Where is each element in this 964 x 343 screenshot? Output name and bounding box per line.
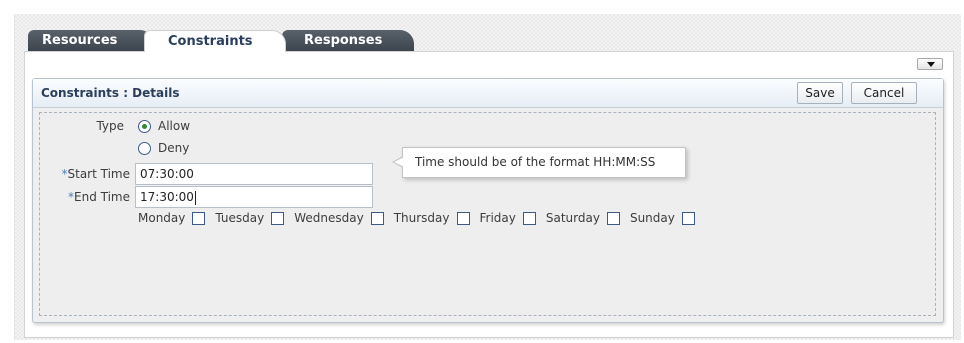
tab-responses[interactable]: Responses xyxy=(282,30,414,52)
details-header: Constraints : Details Save Cancel xyxy=(33,79,943,108)
tab-resources[interactable]: Resources xyxy=(28,30,154,52)
allow-radio-label: Allow xyxy=(158,119,191,133)
day-label: Friday xyxy=(479,211,516,225)
saturday-checkbox[interactable] xyxy=(606,211,620,225)
save-button[interactable]: Save xyxy=(797,82,843,104)
start-time-label-text: Start Time xyxy=(67,167,131,181)
monday-checkbox[interactable] xyxy=(192,211,206,225)
end-time-input[interactable]: 17:30:00 xyxy=(135,186,373,208)
day-label: Saturday xyxy=(545,211,600,225)
thursday-checkbox[interactable] xyxy=(456,211,470,225)
start-time-input[interactable]: 07:30:00 xyxy=(135,163,373,185)
friday-checkbox[interactable] xyxy=(522,211,536,225)
wednesday-checkbox[interactable] xyxy=(370,211,384,225)
day-monday: Monday xyxy=(138,211,209,225)
sunday-checkbox[interactable] xyxy=(681,211,695,225)
day-sunday: Sunday xyxy=(630,211,699,225)
text-caret xyxy=(194,190,196,205)
details-title: Constraints : Details xyxy=(41,86,180,100)
day-label: Tuesday xyxy=(215,211,265,225)
tuesday-checkbox[interactable] xyxy=(271,211,285,225)
end-time-value: 17:30:00 xyxy=(140,190,194,204)
start-time-label: *Start Time xyxy=(46,167,131,181)
day-friday: Friday xyxy=(480,211,540,225)
deny-radio-label: Deny xyxy=(158,141,190,155)
allow-radio[interactable] xyxy=(138,120,151,133)
day-label: Monday xyxy=(138,211,186,225)
end-time-label-text: End Time xyxy=(74,190,130,204)
day-label: Wednesday xyxy=(294,211,364,225)
details-form: Type Allow Deny *Start Time 07:30:00 Tim… xyxy=(39,112,936,316)
day-saturday: Saturday xyxy=(546,211,624,225)
constraints-details-panel: Constraints : Details Save Cancel Type A… xyxy=(32,78,944,323)
panel-menu-button[interactable] xyxy=(917,58,943,70)
day-wednesday: Wednesday xyxy=(294,211,387,225)
start-time-value: 07:30:00 xyxy=(140,167,194,181)
day-tuesday: Tuesday xyxy=(215,211,288,225)
end-time-label: *End Time xyxy=(46,190,130,204)
day-thursday: Thursday xyxy=(394,211,474,225)
tab-constraints[interactable]: Constraints xyxy=(144,30,286,52)
chevron-down-icon xyxy=(927,62,935,67)
radio-selected-dot xyxy=(142,124,147,129)
type-label: Type xyxy=(96,119,124,133)
days-row: Monday Tuesday Wednesday Thursday Friday xyxy=(138,210,705,226)
cancel-button[interactable]: Cancel xyxy=(851,82,917,104)
time-format-tooltip: Time should be of the format HH:MM:SS xyxy=(392,147,686,178)
day-label: Sunday xyxy=(629,211,675,225)
deny-radio[interactable] xyxy=(138,142,151,155)
day-label: Thursday xyxy=(393,211,450,225)
tab-content-panel: Constraints : Details Save Cancel Type A… xyxy=(24,51,954,338)
